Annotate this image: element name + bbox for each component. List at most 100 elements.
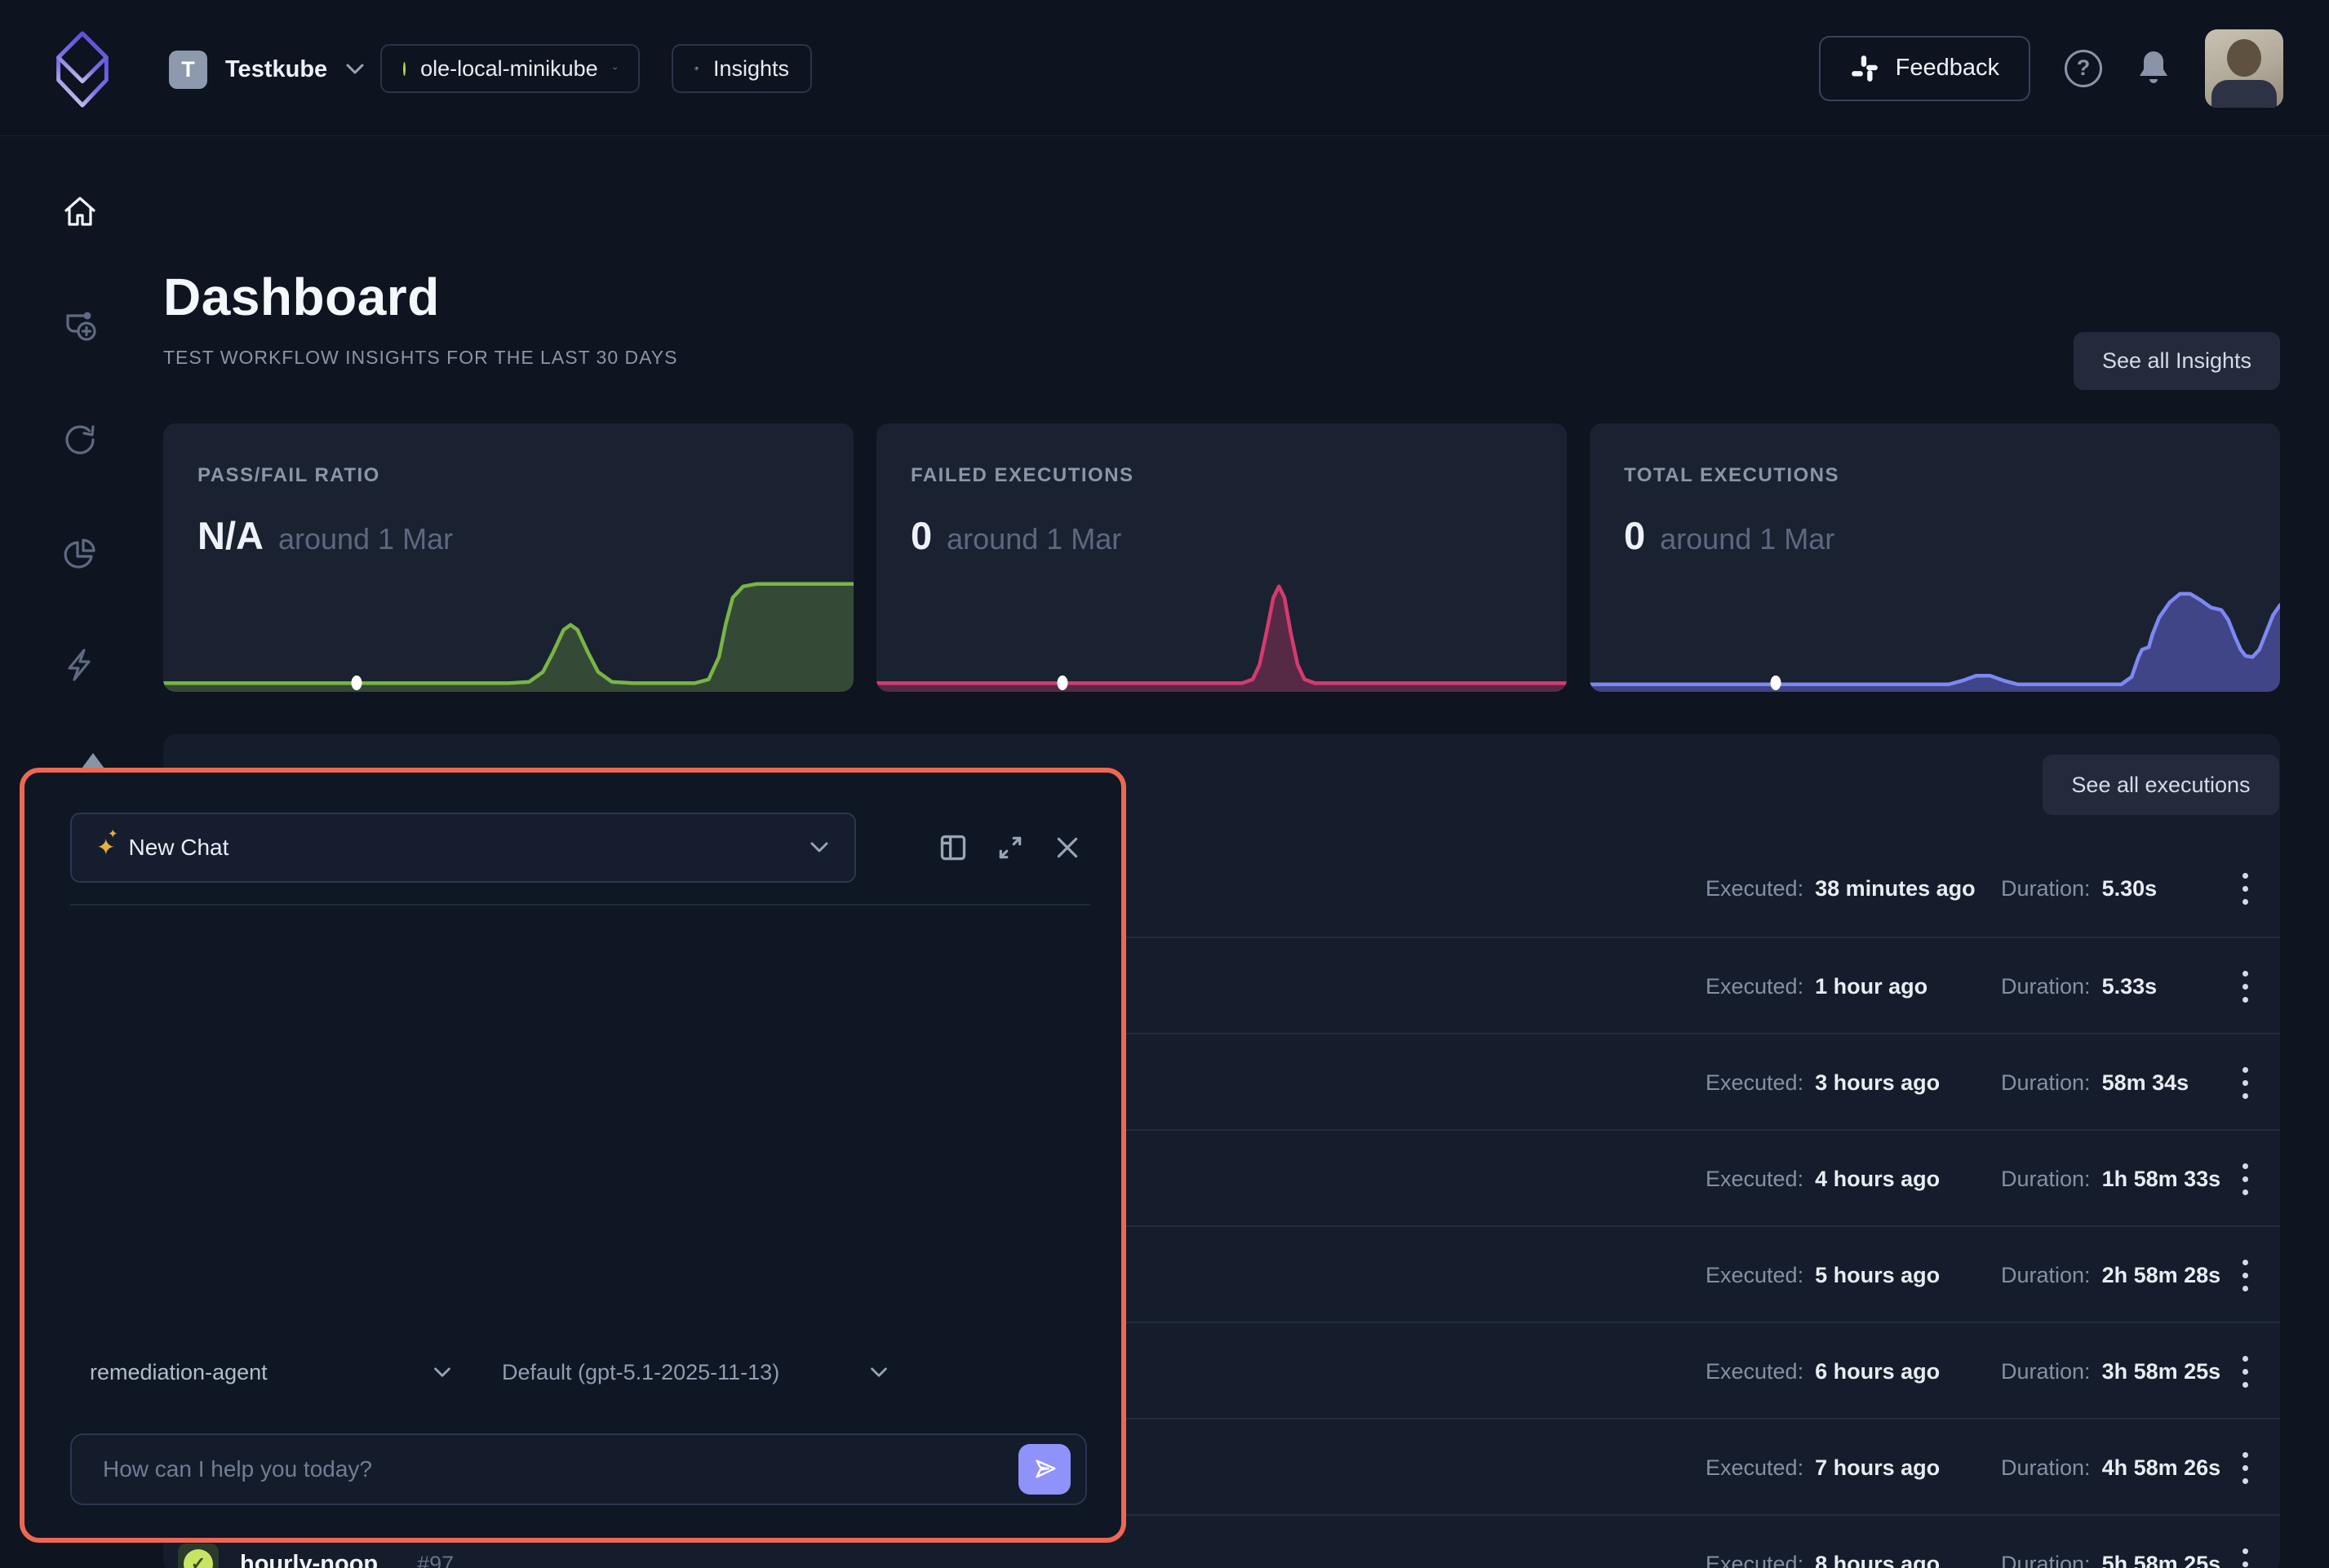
environment-selector[interactable]: ole-local-minikube	[380, 44, 640, 93]
duration-value: 2h 58m 28s	[2102, 1263, 2221, 1288]
chat-message-input[interactable]	[101, 1455, 1018, 1483]
executed-label: Executed:	[1706, 876, 1803, 901]
duration-label: Duration:	[2001, 1455, 2091, 1481]
chevron-down-icon[interactable]	[433, 1366, 452, 1379]
sparkline-point-marker	[1058, 675, 1068, 690]
close-chat-button[interactable]	[1051, 831, 1084, 864]
sidebar-item-insights[interactable]	[61, 535, 99, 573]
duration-value: 58m 34s	[2102, 1070, 2189, 1096]
chevron-down-icon	[345, 63, 365, 76]
failed-executions-sparkline	[876, 568, 1567, 692]
duration-value: 5.30s	[2102, 876, 2158, 901]
card-title: TOTAL EXECUTIONS	[1624, 464, 1839, 487]
send-message-button[interactable]	[1018, 1444, 1071, 1495]
page-subtitle: TEST WORKFLOW INSIGHTS FOR THE LAST 30 D…	[163, 347, 677, 369]
row-menu-button[interactable]	[2225, 1420, 2265, 1516]
row-menu-button[interactable]	[2225, 1131, 2265, 1227]
duration-value: 5h 58m 25s	[2102, 1552, 2221, 1568]
row-menu-button[interactable]	[2225, 1323, 2265, 1420]
agent-selector[interactable]: remediation-agent	[90, 1360, 268, 1385]
page-title: Dashboard	[163, 267, 440, 327]
duration-label: Duration:	[2001, 1263, 2091, 1288]
total-executions-card: TOTAL EXECUTIONS 0 around 1 Mar	[1590, 423, 2280, 692]
avatar-body	[2211, 80, 2277, 108]
sidebar-item-sync[interactable]	[61, 421, 99, 458]
user-avatar[interactable]	[2205, 29, 2283, 108]
chat-title: New Chat	[128, 835, 228, 861]
executed-label: Executed:	[1706, 1455, 1803, 1481]
help-icon[interactable]: ?	[2065, 50, 2102, 87]
chevron-down-icon	[613, 62, 617, 75]
executed-value: 3 hours ago	[1815, 1070, 1940, 1096]
duration-label: Duration:	[2001, 1070, 2091, 1096]
row-menu-button[interactable]	[2225, 1516, 2265, 1568]
pie-chart-icon	[694, 56, 699, 81]
card-caption: around 1 Mar	[1660, 522, 1834, 556]
executed-value: 8 hours ago	[1815, 1552, 1940, 1568]
chevron-down-icon	[809, 841, 830, 854]
card-title: FAILED EXECUTIONS	[911, 464, 1134, 487]
executed-value: 5 hours ago	[1815, 1263, 1940, 1288]
chat-config-row: remediation-agent Default (gpt-5.1-2025-…	[90, 1353, 1094, 1391]
feedback-button[interactable]: Feedback	[1819, 36, 2030, 101]
sidebar-item-triggers[interactable]	[61, 646, 99, 684]
expand-icon	[996, 834, 1024, 862]
environment-name: ole-local-minikube	[420, 56, 598, 82]
panel-layout-icon	[938, 833, 968, 862]
avatar-head	[2227, 39, 2261, 77]
duration-value: 5.33s	[2102, 974, 2158, 999]
card-value: N/A	[197, 513, 264, 558]
duration-value: 1h 58m 33s	[2102, 1167, 2221, 1192]
sidebar-item-add-workflow[interactable]	[61, 307, 99, 344]
executed-value: 1 hour ago	[1815, 974, 1928, 999]
org-name: Testkube	[225, 56, 327, 83]
workflow-name: hourly-noop	[240, 1551, 378, 1568]
card-caption: around 1 Mar	[278, 522, 453, 556]
chevron-down-icon[interactable]	[869, 1366, 889, 1379]
duration-value: 4h 58m 26s	[2102, 1455, 2221, 1481]
insights-button[interactable]: Insights	[672, 44, 812, 93]
row-menu-button[interactable]	[2225, 1034, 2265, 1131]
duration-label: Duration:	[2001, 1359, 2091, 1384]
sidebar-item-partial-icon[interactable]	[82, 753, 104, 768]
navbar-right-group: Feedback ?	[1819, 0, 2283, 136]
duration-label: Duration:	[2001, 1552, 2091, 1568]
executed-value: 4 hours ago	[1815, 1167, 1940, 1192]
insights-label: Insights	[713, 56, 789, 82]
row-menu-button[interactable]	[2225, 840, 2265, 937]
executed-label: Executed:	[1706, 1359, 1803, 1384]
executed-label: Executed:	[1706, 1070, 1803, 1096]
duration-label: Duration:	[2001, 1167, 2091, 1192]
row-menu-button[interactable]	[2225, 938, 2265, 1034]
executed-label: Executed:	[1706, 1263, 1803, 1288]
chat-input-container	[70, 1433, 1087, 1505]
expand-chat-button[interactable]	[994, 831, 1027, 864]
total-executions-sparkline	[1590, 568, 2280, 692]
see-all-executions-button[interactable]: See all executions	[2043, 755, 2279, 815]
chat-header-divider	[70, 904, 1090, 906]
chat-session-selector[interactable]: ✦✦ New Chat	[70, 813, 856, 883]
top-navbar: T Testkube ole-local-minikube Insights	[0, 0, 2329, 136]
card-value: 0	[1624, 513, 1645, 558]
close-icon	[1054, 834, 1081, 862]
failed-executions-card: FAILED EXECUTIONS 0 around 1 Mar	[876, 423, 1567, 692]
check-icon: ✓	[184, 1549, 213, 1568]
duration-label: Duration:	[2001, 876, 2091, 901]
duration-value: 3h 58m 25s	[2102, 1359, 2221, 1384]
ai-chat-overlay: ✦✦ New Chat	[20, 768, 1126, 1543]
card-value: 0	[911, 513, 932, 558]
sparkles-icon: ✦✦	[96, 836, 115, 859]
card-caption: around 1 Mar	[947, 522, 1121, 556]
model-selector[interactable]: Default (gpt-5.1-2025-11-13)	[502, 1360, 779, 1385]
feedback-label: Feedback	[1896, 55, 1999, 82]
executed-label: Executed:	[1706, 974, 1803, 999]
pass-fail-sparkline	[163, 568, 854, 692]
row-menu-button[interactable]	[2225, 1227, 2265, 1323]
panel-layout-button[interactable]	[937, 831, 969, 864]
org-switcher[interactable]: T Testkube	[169, 50, 365, 89]
sidebar-item-home[interactable]	[61, 193, 99, 231]
slack-icon	[1850, 54, 1879, 83]
bell-icon[interactable]	[2136, 50, 2171, 87]
testkube-logo[interactable]	[45, 29, 120, 109]
see-all-insights-button[interactable]: See all Insights	[2074, 332, 2280, 390]
